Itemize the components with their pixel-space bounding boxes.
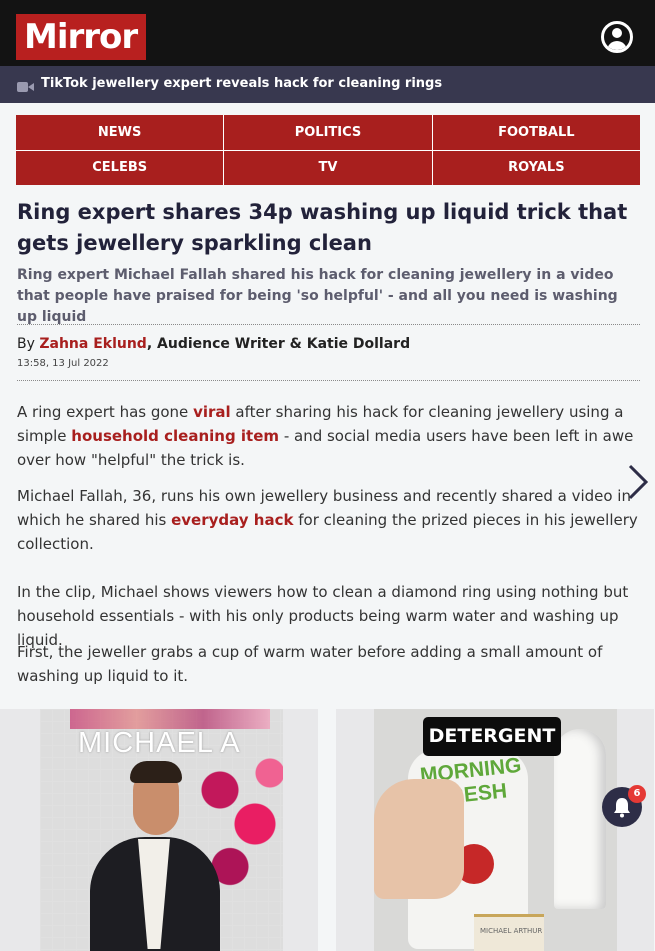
mirror-logo[interactable]: Mirror [16,14,146,60]
photo-detergent: MORNING FRESH MICHAEL ARTHUR DETERGENT [374,709,617,951]
chevron-right-icon[interactable] [624,462,652,502]
video-bar-title[interactable]: TikTok jewellery expert reveals hack for… [41,76,442,91]
byline-prefix: By [17,336,35,352]
account-icon-torso [607,41,627,50]
article-standfirst: Ring expert Michael Fallah shared his ha… [17,267,618,325]
author-name-katie: Katie Dollard [306,336,411,352]
photo-caption-tag: DETERGENT [423,717,561,756]
photo-michael-fallah: MICHAEL A [40,709,283,951]
nav-item-news[interactable]: NEWS [16,115,224,150]
nav-item-football[interactable]: FOOTBALL [432,115,640,150]
account-icon-head [612,28,622,38]
nav-item-celebs[interactable]: CELEBS [16,150,224,185]
divider [17,380,640,381]
byline: By Zahna Eklund, Audience Writer & Katie… [17,336,410,352]
article-image-1[interactable]: MICHAEL A [0,709,318,951]
publish-timestamp: 13:58, 13 Jul 2022 [17,358,109,369]
byline-role: , Audience Writer & [146,336,307,352]
paragraph-text: First, the jeweller grabs a cup of warm … [17,643,603,685]
video-bar[interactable]: TikTok jewellery expert reveals hack for… [0,66,655,103]
account-icon[interactable] [601,21,633,53]
notification-count-badge: 6 [628,785,646,803]
link-everyday-hack[interactable]: everyday hack [171,511,293,529]
article-paragraph: First, the jeweller grabs a cup of warm … [17,640,642,688]
nav-item-tv[interactable]: TV [224,150,432,185]
article-headline: Ring expert shares 34p washing up liquid… [17,200,628,255]
video-camera-icon [17,82,34,92]
article-paragraph: A ring expert has gone viral after shari… [17,400,642,472]
box-label: MICHAEL ARTHUR [480,927,543,935]
notification-button[interactable]: 6 [602,785,646,827]
divider [17,324,640,325]
nav-item-royals[interactable]: ROYALS [432,150,640,185]
section-nav: NEWS POLITICS FOOTBALL CELEBS TV ROYALS [16,115,640,185]
site-header: Mirror [0,0,655,66]
article-image-2[interactable]: MORNING FRESH MICHAEL ARTHUR DETERGENT [336,709,654,951]
nav-item-politics[interactable]: POLITICS [224,115,432,150]
article-paragraph: Michael Fallah, 36, runs his own jewelle… [17,484,642,556]
paragraph-text: A ring expert has gone [17,403,194,421]
author-link-zahna[interactable]: Zahna Eklund [39,336,146,352]
link-household-cleaning-item[interactable]: household cleaning item [71,427,279,445]
link-viral[interactable]: viral [193,403,231,421]
